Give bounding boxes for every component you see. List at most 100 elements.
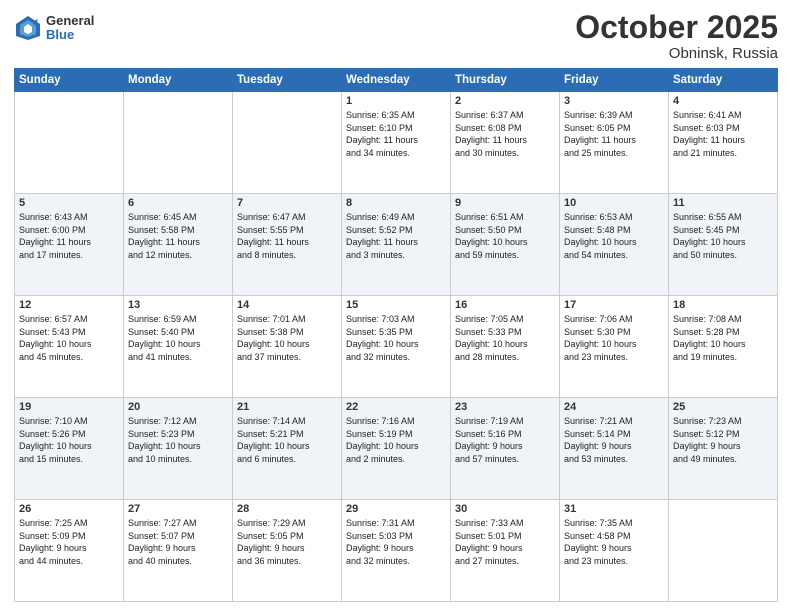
- day-info: Sunrise: 6:55 AM Sunset: 5:45 PM Dayligh…: [673, 211, 773, 261]
- day-number: 20: [128, 401, 228, 413]
- day-number: 29: [346, 503, 446, 515]
- day-info: Sunrise: 6:51 AM Sunset: 5:50 PM Dayligh…: [455, 211, 555, 261]
- calendar-cell-5-2: 27 Sunrise: 7:27 AM Sunset: 5:07 PM Dayli…: [124, 500, 233, 602]
- day-number: 24: [564, 401, 664, 413]
- day-number: 15: [346, 299, 446, 311]
- calendar-cell-3-7: 18 Sunrise: 7:08 AM Sunset: 5:28 PM Dayli…: [669, 296, 778, 398]
- weekday-header-row: SundayMondayTuesdayWednesdayThursdayFrid…: [15, 69, 778, 92]
- day-number: 27: [128, 503, 228, 515]
- calendar-cell-2-3: 7 Sunrise: 6:47 AM Sunset: 5:55 PM Daylig…: [233, 194, 342, 296]
- calendar-cell-2-7: 11Sunrise: 6:55 AM Sunset: 5:45 PM Dayli…: [669, 194, 778, 296]
- day-number: 8: [346, 197, 446, 209]
- day-number: 2: [455, 95, 555, 107]
- day-info: Sunrise: 6:49 AM Sunset: 5:52 PM Dayligh…: [346, 211, 446, 261]
- calendar-cell-1-6: 3 Sunrise: 6:39 AM Sunset: 6:05 PM Daylig…: [560, 92, 669, 194]
- calendar-cell-5-5: 30 Sunrise: 7:33 AM Sunset: 5:01 PM Dayli…: [451, 500, 560, 602]
- logo: General Blue: [14, 14, 94, 43]
- day-info: Sunrise: 7:05 AM Sunset: 5:33 PM Dayligh…: [455, 313, 555, 363]
- header: General Blue October 2025 Obninsk, Russi…: [14, 10, 778, 62]
- week-row-3: 12 Sunrise: 6:57 AM Sunset: 5:43 PM Dayli…: [15, 296, 778, 398]
- day-number: 3: [564, 95, 664, 107]
- calendar-cell-5-1: 26 Sunrise: 7:25 AM Sunset: 5:09 PM Dayli…: [15, 500, 124, 602]
- day-number: 5: [19, 197, 119, 209]
- day-number: 13: [128, 299, 228, 311]
- day-number: 21: [237, 401, 337, 413]
- logo-text: General Blue: [46, 14, 94, 43]
- calendar-cell-1-5: 2Sunrise: 6:37 AM Sunset: 6:08 PM Daylig…: [451, 92, 560, 194]
- month-title: October 2025: [575, 10, 778, 45]
- day-number: 18: [673, 299, 773, 311]
- calendar-cell-1-4: 1Sunrise: 6:35 AM Sunset: 6:10 PM Daylig…: [342, 92, 451, 194]
- calendar-cell-4-7: 25 Sunrise: 7:23 AM Sunset: 5:12 PM Dayli…: [669, 398, 778, 500]
- day-number: 10: [564, 197, 664, 209]
- calendar-cell-1-7: 4Sunrise: 6:41 AM Sunset: 6:03 PM Daylig…: [669, 92, 778, 194]
- calendar-cell-4-4: 22Sunrise: 7:16 AM Sunset: 5:19 PM Dayli…: [342, 398, 451, 500]
- calendar-cell-4-5: 23Sunrise: 7:19 AM Sunset: 5:16 PM Dayli…: [451, 398, 560, 500]
- day-number: 26: [19, 503, 119, 515]
- day-number: 12: [19, 299, 119, 311]
- day-info: Sunrise: 6:45 AM Sunset: 5:58 PM Dayligh…: [128, 211, 228, 261]
- location: Obninsk, Russia: [575, 45, 778, 62]
- calendar-cell-2-2: 6 Sunrise: 6:45 AM Sunset: 5:58 PM Daylig…: [124, 194, 233, 296]
- day-info: Sunrise: 7:25 AM Sunset: 5:09 PM Dayligh…: [19, 517, 119, 567]
- calendar-cell-1-3: [233, 92, 342, 194]
- day-info: Sunrise: 7:23 AM Sunset: 5:12 PM Dayligh…: [673, 415, 773, 465]
- day-number: 1: [346, 95, 446, 107]
- day-number: 7: [237, 197, 337, 209]
- day-info: Sunrise: 7:33 AM Sunset: 5:01 PM Dayligh…: [455, 517, 555, 567]
- day-number: 30: [455, 503, 555, 515]
- day-info: Sunrise: 7:03 AM Sunset: 5:35 PM Dayligh…: [346, 313, 446, 363]
- day-number: 28: [237, 503, 337, 515]
- calendar-cell-2-5: 9 Sunrise: 6:51 AM Sunset: 5:50 PM Daylig…: [451, 194, 560, 296]
- day-info: Sunrise: 6:57 AM Sunset: 5:43 PM Dayligh…: [19, 313, 119, 363]
- day-number: 16: [455, 299, 555, 311]
- day-info: Sunrise: 6:39 AM Sunset: 6:05 PM Dayligh…: [564, 109, 664, 159]
- weekday-header-tuesday: Tuesday: [233, 69, 342, 92]
- calendar-cell-1-1: [15, 92, 124, 194]
- title-block: October 2025 Obninsk, Russia: [575, 10, 778, 62]
- logo-blue-text: Blue: [46, 28, 94, 42]
- calendar-cell-5-3: 28Sunrise: 7:29 AM Sunset: 5:05 PM Dayli…: [233, 500, 342, 602]
- day-number: 31: [564, 503, 664, 515]
- week-row-1: 1Sunrise: 6:35 AM Sunset: 6:10 PM Daylig…: [15, 92, 778, 194]
- day-info: Sunrise: 7:06 AM Sunset: 5:30 PM Dayligh…: [564, 313, 664, 363]
- calendar-cell-4-6: 24Sunrise: 7:21 AM Sunset: 5:14 PM Dayli…: [560, 398, 669, 500]
- day-number: 25: [673, 401, 773, 413]
- calendar-cell-3-6: 17 Sunrise: 7:06 AM Sunset: 5:30 PM Dayli…: [560, 296, 669, 398]
- day-number: 17: [564, 299, 664, 311]
- day-info: Sunrise: 7:35 AM Sunset: 4:58 PM Dayligh…: [564, 517, 664, 567]
- day-info: Sunrise: 6:59 AM Sunset: 5:40 PM Dayligh…: [128, 313, 228, 363]
- day-info: Sunrise: 7:16 AM Sunset: 5:19 PM Dayligh…: [346, 415, 446, 465]
- week-row-4: 19Sunrise: 7:10 AM Sunset: 5:26 PM Dayli…: [15, 398, 778, 500]
- day-info: Sunrise: 7:31 AM Sunset: 5:03 PM Dayligh…: [346, 517, 446, 567]
- calendar-cell-5-7: [669, 500, 778, 602]
- day-info: Sunrise: 7:27 AM Sunset: 5:07 PM Dayligh…: [128, 517, 228, 567]
- day-info: Sunrise: 7:01 AM Sunset: 5:38 PM Dayligh…: [237, 313, 337, 363]
- day-info: Sunrise: 6:43 AM Sunset: 6:00 PM Dayligh…: [19, 211, 119, 261]
- day-info: Sunrise: 7:08 AM Sunset: 5:28 PM Dayligh…: [673, 313, 773, 363]
- calendar-cell-5-6: 31 Sunrise: 7:35 AM Sunset: 4:58 PM Dayli…: [560, 500, 669, 602]
- logo-general-text: General: [46, 14, 94, 28]
- day-number: 9: [455, 197, 555, 209]
- calendar-cell-1-2: [124, 92, 233, 194]
- day-info: Sunrise: 6:47 AM Sunset: 5:55 PM Dayligh…: [237, 211, 337, 261]
- calendar-cell-3-2: 13 Sunrise: 6:59 AM Sunset: 5:40 PM Dayli…: [124, 296, 233, 398]
- day-info: Sunrise: 6:53 AM Sunset: 5:48 PM Dayligh…: [564, 211, 664, 261]
- page: General Blue October 2025 Obninsk, Russi…: [0, 0, 792, 612]
- week-row-5: 26 Sunrise: 7:25 AM Sunset: 5:09 PM Dayli…: [15, 500, 778, 602]
- week-row-2: 5 Sunrise: 6:43 AM Sunset: 6:00 PM Daylig…: [15, 194, 778, 296]
- weekday-header-thursday: Thursday: [451, 69, 560, 92]
- day-info: Sunrise: 7:10 AM Sunset: 5:26 PM Dayligh…: [19, 415, 119, 465]
- calendar-cell-2-6: 10 Sunrise: 6:53 AM Sunset: 5:48 PM Dayli…: [560, 194, 669, 296]
- day-number: 6: [128, 197, 228, 209]
- weekday-header-wednesday: Wednesday: [342, 69, 451, 92]
- day-info: Sunrise: 7:14 AM Sunset: 5:21 PM Dayligh…: [237, 415, 337, 465]
- day-info: Sunrise: 7:12 AM Sunset: 5:23 PM Dayligh…: [128, 415, 228, 465]
- day-info: Sunrise: 6:41 AM Sunset: 6:03 PM Dayligh…: [673, 109, 773, 159]
- weekday-header-monday: Monday: [124, 69, 233, 92]
- weekday-header-sunday: Sunday: [15, 69, 124, 92]
- weekday-header-friday: Friday: [560, 69, 669, 92]
- calendar-cell-5-4: 29 Sunrise: 7:31 AM Sunset: 5:03 PM Dayli…: [342, 500, 451, 602]
- calendar-cell-4-1: 19Sunrise: 7:10 AM Sunset: 5:26 PM Dayli…: [15, 398, 124, 500]
- calendar-cell-3-3: 14Sunrise: 7:01 AM Sunset: 5:38 PM Dayli…: [233, 296, 342, 398]
